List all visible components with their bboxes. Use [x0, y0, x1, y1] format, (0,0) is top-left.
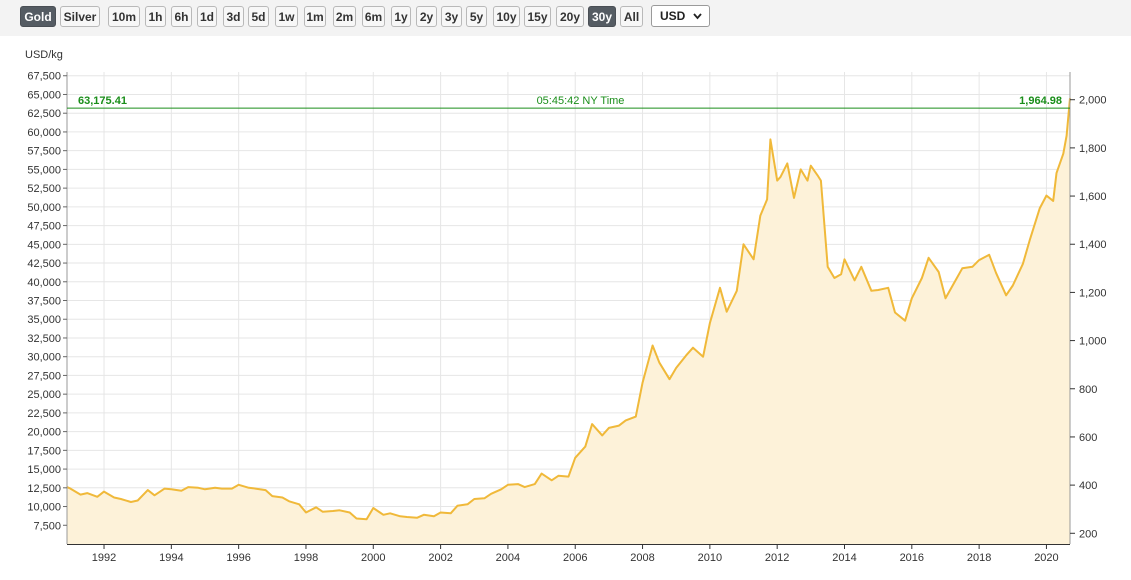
range-all-button[interactable]: All: [620, 6, 643, 27]
x-tick-label: 2000: [361, 552, 385, 564]
left-tick-label: 62,500: [27, 108, 61, 120]
left-tick-label: 22,500: [27, 408, 61, 420]
range-1y-button[interactable]: 1y: [391, 6, 411, 27]
left-tick-label: 52,500: [27, 183, 61, 195]
range-5d-button[interactable]: 5d: [248, 6, 269, 27]
left-tick-label: 12,500: [27, 483, 61, 495]
right-tick-label: 1,200: [1079, 287, 1107, 299]
range-15y-button[interactable]: 15y: [524, 6, 551, 27]
current-price-right-label: 1,964.98: [1019, 95, 1062, 107]
range-6m-button[interactable]: 6m: [362, 6, 385, 27]
range-10y-button[interactable]: 10y: [493, 6, 520, 27]
left-tick-label: 45,000: [27, 239, 61, 251]
range-6h-button[interactable]: 6h: [171, 6, 192, 27]
range-3d-button[interactable]: 3d: [223, 6, 244, 27]
left-tick-label: 47,500: [27, 221, 61, 233]
x-tick-label: 2006: [563, 552, 587, 564]
x-tick-label: 2002: [428, 552, 452, 564]
current-price-left-label: 63,175.41: [78, 95, 127, 107]
range-2y-button[interactable]: 2y: [416, 6, 437, 27]
x-tick-label: 1998: [294, 552, 318, 564]
x-tick-label: 2004: [496, 552, 520, 564]
x-tick-label: 2010: [698, 552, 722, 564]
chevron-down-icon: [693, 13, 702, 20]
metal-silver-button[interactable]: Silver: [60, 6, 100, 27]
x-tick-label: 1994: [159, 552, 183, 564]
left-tick-label: 67,500: [27, 71, 61, 83]
unit-label: USD/kg: [25, 49, 63, 61]
range-1w-button[interactable]: 1w: [275, 6, 298, 27]
x-tick-label: 2008: [630, 552, 654, 564]
range-30y-button[interactable]: 30y: [588, 6, 616, 27]
right-tick-label: 800: [1079, 384, 1097, 396]
toolbar: Gold Silver 10m 1h 6h 1d 3d 5d 1w 1m 2m 6m 1y 2y 3y 5y…: [0, 0, 1131, 36]
left-tick-label: 42,500: [27, 258, 61, 270]
metal-gold-button[interactable]: Gold: [20, 6, 56, 27]
left-tick-label: 40,000: [27, 277, 61, 289]
currency-value: USD: [660, 9, 686, 23]
range-10m-button[interactable]: 10m: [108, 6, 140, 27]
right-tick-label: 600: [1079, 432, 1097, 444]
x-tick-label: 1992: [92, 552, 116, 564]
right-tick-label: 1,800: [1079, 143, 1107, 155]
range-1m-button[interactable]: 1m: [304, 6, 326, 27]
left-tick-label: 32,500: [27, 333, 61, 345]
range-1d-button[interactable]: 1d: [197, 6, 217, 27]
left-tick-label: 30,000: [27, 352, 61, 364]
left-tick-label: 55,000: [27, 164, 61, 176]
left-tick-label: 65,000: [27, 89, 61, 101]
x-tick-label: 2016: [900, 552, 924, 564]
left-tick-label: 50,000: [27, 202, 61, 214]
currency-select[interactable]: USD: [651, 5, 710, 27]
left-tick-label: 37,500: [27, 296, 61, 308]
right-tick-label: 1,400: [1079, 239, 1107, 251]
right-tick-label: 2,000: [1079, 95, 1107, 107]
range-20y-button[interactable]: 20y: [556, 6, 584, 27]
x-tick-label: 1996: [226, 552, 250, 564]
left-tick-label: 17,500: [27, 445, 61, 457]
timestamp-label: 05:45:42 NY Time: [537, 95, 625, 107]
left-tick-label: 25,000: [27, 389, 61, 401]
left-tick-label: 10,000: [27, 502, 61, 514]
left-tick-label: 60,000: [27, 127, 61, 139]
left-tick-label: 7,500: [33, 520, 61, 532]
left-tick-label: 57,500: [27, 146, 61, 158]
x-tick-label: 2020: [1034, 552, 1058, 564]
right-tick-label: 1,000: [1079, 336, 1107, 348]
range-2m-button[interactable]: 2m: [333, 6, 356, 27]
left-tick-label: 35,000: [27, 314, 61, 326]
left-tick-label: 20,000: [27, 427, 61, 439]
right-tick-label: 200: [1079, 528, 1097, 540]
right-tick-label: 1,600: [1079, 191, 1107, 203]
x-tick-label: 2018: [967, 552, 991, 564]
left-tick-label: 15,000: [27, 464, 61, 476]
left-tick-label: 27,500: [27, 370, 61, 382]
range-1h-button[interactable]: 1h: [145, 6, 166, 27]
x-tick-label: 2014: [832, 552, 856, 564]
range-5y-button[interactable]: 5y: [466, 6, 487, 27]
range-3y-button[interactable]: 3y: [441, 6, 462, 27]
x-tick-label: 2012: [765, 552, 789, 564]
right-tick-label: 400: [1079, 480, 1097, 492]
gold-price-chart: 7,500 10,000 12,500 15,000 17,500 20,000 22,50…: [27, 71, 1107, 564]
